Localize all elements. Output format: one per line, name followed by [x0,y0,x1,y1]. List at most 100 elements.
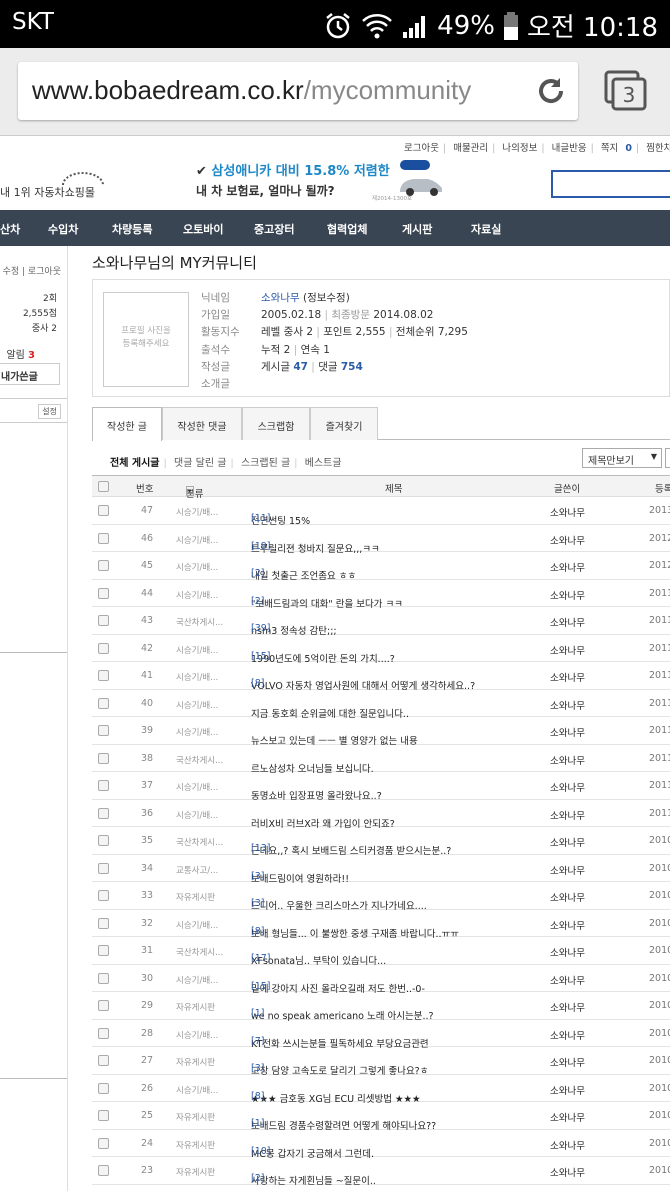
row-checkbox[interactable] [98,917,109,929]
site-search-input[interactable] [551,170,670,198]
post-category[interactable]: 자유게시판 [176,891,215,903]
row-checkbox[interactable] [98,1055,109,1066]
post-category[interactable]: 시승기/배... [176,781,218,793]
nickname[interactable]: 소와나무 [261,292,300,304]
reload-icon[interactable] [534,74,568,108]
post-category[interactable]: 시승기/배... [176,974,218,986]
row-checkbox[interactable] [98,1137,109,1149]
post-author[interactable]: 소와나무 [550,973,585,987]
post-category[interactable]: 시승기/배... [176,699,218,711]
row-checkbox[interactable] [98,972,109,984]
post-author[interactable]: 소와나무 [550,945,585,959]
post-author[interactable]: 소와나무 [550,863,585,877]
post-category[interactable]: 국산차게시... [176,836,223,848]
search-type-select[interactable] [665,448,670,468]
post-category[interactable]: 자유게시판 [176,1139,215,1151]
row-checkbox[interactable] [98,1110,109,1121]
filter-all-posts[interactable]: 전체 게시글 [110,458,159,469]
select-all-checkbox[interactable] [98,481,109,492]
post-author[interactable]: 소와나무 [550,753,585,767]
nav-item-motorcycle[interactable]: 오토바이 [183,221,223,237]
post-author[interactable]: 소와나무 [550,588,585,602]
nav-item-archive[interactable]: 자료실 [471,221,501,237]
post-author[interactable]: 소와나무 [550,1083,585,1097]
post-category[interactable]: 자유게시판 [176,1056,215,1068]
post-category[interactable]: 시승기/배... [176,919,218,931]
post-category[interactable]: 시승기/배... [176,644,218,656]
settings-button[interactable]: 설정 [38,404,61,419]
row-checkbox[interactable] [98,532,109,544]
view-mode-select[interactable]: 제목만보기 ▼ [582,448,662,468]
post-category[interactable]: 국산차게시... [176,946,223,958]
post-author[interactable]: 소와나무 [550,725,585,739]
logout-link[interactable]: 로그아웃 [404,143,439,154]
post-author[interactable]: 소와나무 [550,1028,585,1042]
post-author[interactable]: 소와나무 [550,1000,585,1014]
listing-manage-link[interactable]: 매물관리 [453,143,488,154]
nav-item-board[interactable]: 게시판 [402,221,432,237]
filter-commented[interactable]: 댓글 달린 글 [174,458,226,469]
post-category[interactable]: 시승기/배... [176,1029,218,1041]
tab-written-comments[interactable]: 작성한 댓글 [162,407,242,440]
post-author[interactable]: 소와나무 [550,1110,585,1124]
post-author[interactable]: 소와나무 [550,505,585,519]
row-checkbox[interactable] [98,945,109,956]
tab-favorites[interactable]: 즐겨찾기 [310,407,378,440]
post-category[interactable]: 자유게시판 [176,1166,215,1178]
post-category[interactable]: 자유게시판 [176,1111,215,1123]
post-author[interactable]: 소와나무 [550,890,585,904]
post-author[interactable]: 소와나무 [550,560,585,574]
my-posts-button[interactable]: 내가쓴글 [0,363,60,385]
nav-item-car-registration[interactable]: 차량등록 [112,221,152,237]
row-checkbox[interactable] [98,1000,109,1011]
row-checkbox[interactable] [98,890,109,901]
row-checkbox[interactable] [98,560,109,571]
message-link[interactable]: 쪽지 0 [601,143,632,154]
post-category[interactable]: 시승기/배... [176,589,218,601]
favorite-cars-link[interactable]: 찜한차량 [646,143,670,154]
site-logo[interactable]: 내 1위 자동차쇼핑몰 [0,184,95,200]
profile-photo-placeholder[interactable]: 프로필 사진을 등록해주세요 [103,292,189,387]
row-checkbox[interactable] [98,1027,109,1039]
row-checkbox[interactable] [98,697,109,709]
row-checkbox[interactable] [98,670,109,681]
nav-item-new-cars[interactable]: 산차 [0,221,20,237]
post-category[interactable]: 시승기/배... [176,534,218,546]
edit-info-link[interactable]: (정보수정) [303,292,350,304]
post-author[interactable]: 소와나무 [550,835,585,849]
row-checkbox[interactable] [98,780,109,791]
post-category[interactable]: 시승기/배... [176,506,218,518]
post-category[interactable]: 시승기/배... [176,809,218,821]
post-author[interactable]: 소와나무 [550,808,585,822]
tab-scrapbook[interactable]: 스크랩함 [242,407,310,440]
row-checkbox[interactable] [98,725,109,736]
row-checkbox[interactable] [98,642,109,654]
post-author[interactable]: 소와나무 [550,670,585,684]
post-author[interactable]: 소와나무 [550,643,585,657]
row-checkbox[interactable] [98,615,109,626]
row-checkbox[interactable] [98,587,109,599]
post-category[interactable]: 국산차게시... [176,616,223,628]
post-category[interactable]: 자유게시판 [176,1001,215,1013]
post-author[interactable]: 소와나무 [550,698,585,712]
post-author[interactable]: 소와나무 [550,1055,585,1069]
my-info-link[interactable]: 나의정보 [502,143,537,154]
row-checkbox[interactable] [98,862,109,874]
post-author[interactable]: 소와나무 [550,918,585,932]
tab-switcher-button[interactable]: 3 [604,70,648,116]
insurance-ad-banner[interactable]: ✔ 삼성애니카 대비 15.8% 저렴한 내 차 보험료, 얼마나 될까? 제2… [196,158,446,206]
post-category[interactable]: 시승기/배... [176,726,218,738]
nav-item-used-market[interactable]: 중고장터 [254,221,294,237]
post-author[interactable]: 소와나무 [550,1138,585,1152]
post-author[interactable]: 소와나무 [550,1165,585,1179]
post-category[interactable]: 교통사고/... [176,864,218,876]
post-author[interactable]: 소와나무 [550,533,585,547]
post-category[interactable]: 시승기/배... [176,671,218,683]
row-checkbox[interactable] [98,1082,109,1094]
sidebar-account-links[interactable]: 수정 | 로그아웃 [3,264,61,277]
tab-written-posts[interactable]: 작성한 글 [92,407,162,441]
post-category[interactable]: 시승기/배... [176,1084,218,1096]
row-checkbox[interactable] [98,752,109,764]
filter-best[interactable]: 베스트글 [305,458,342,469]
nav-item-partners[interactable]: 협력업체 [327,221,367,237]
